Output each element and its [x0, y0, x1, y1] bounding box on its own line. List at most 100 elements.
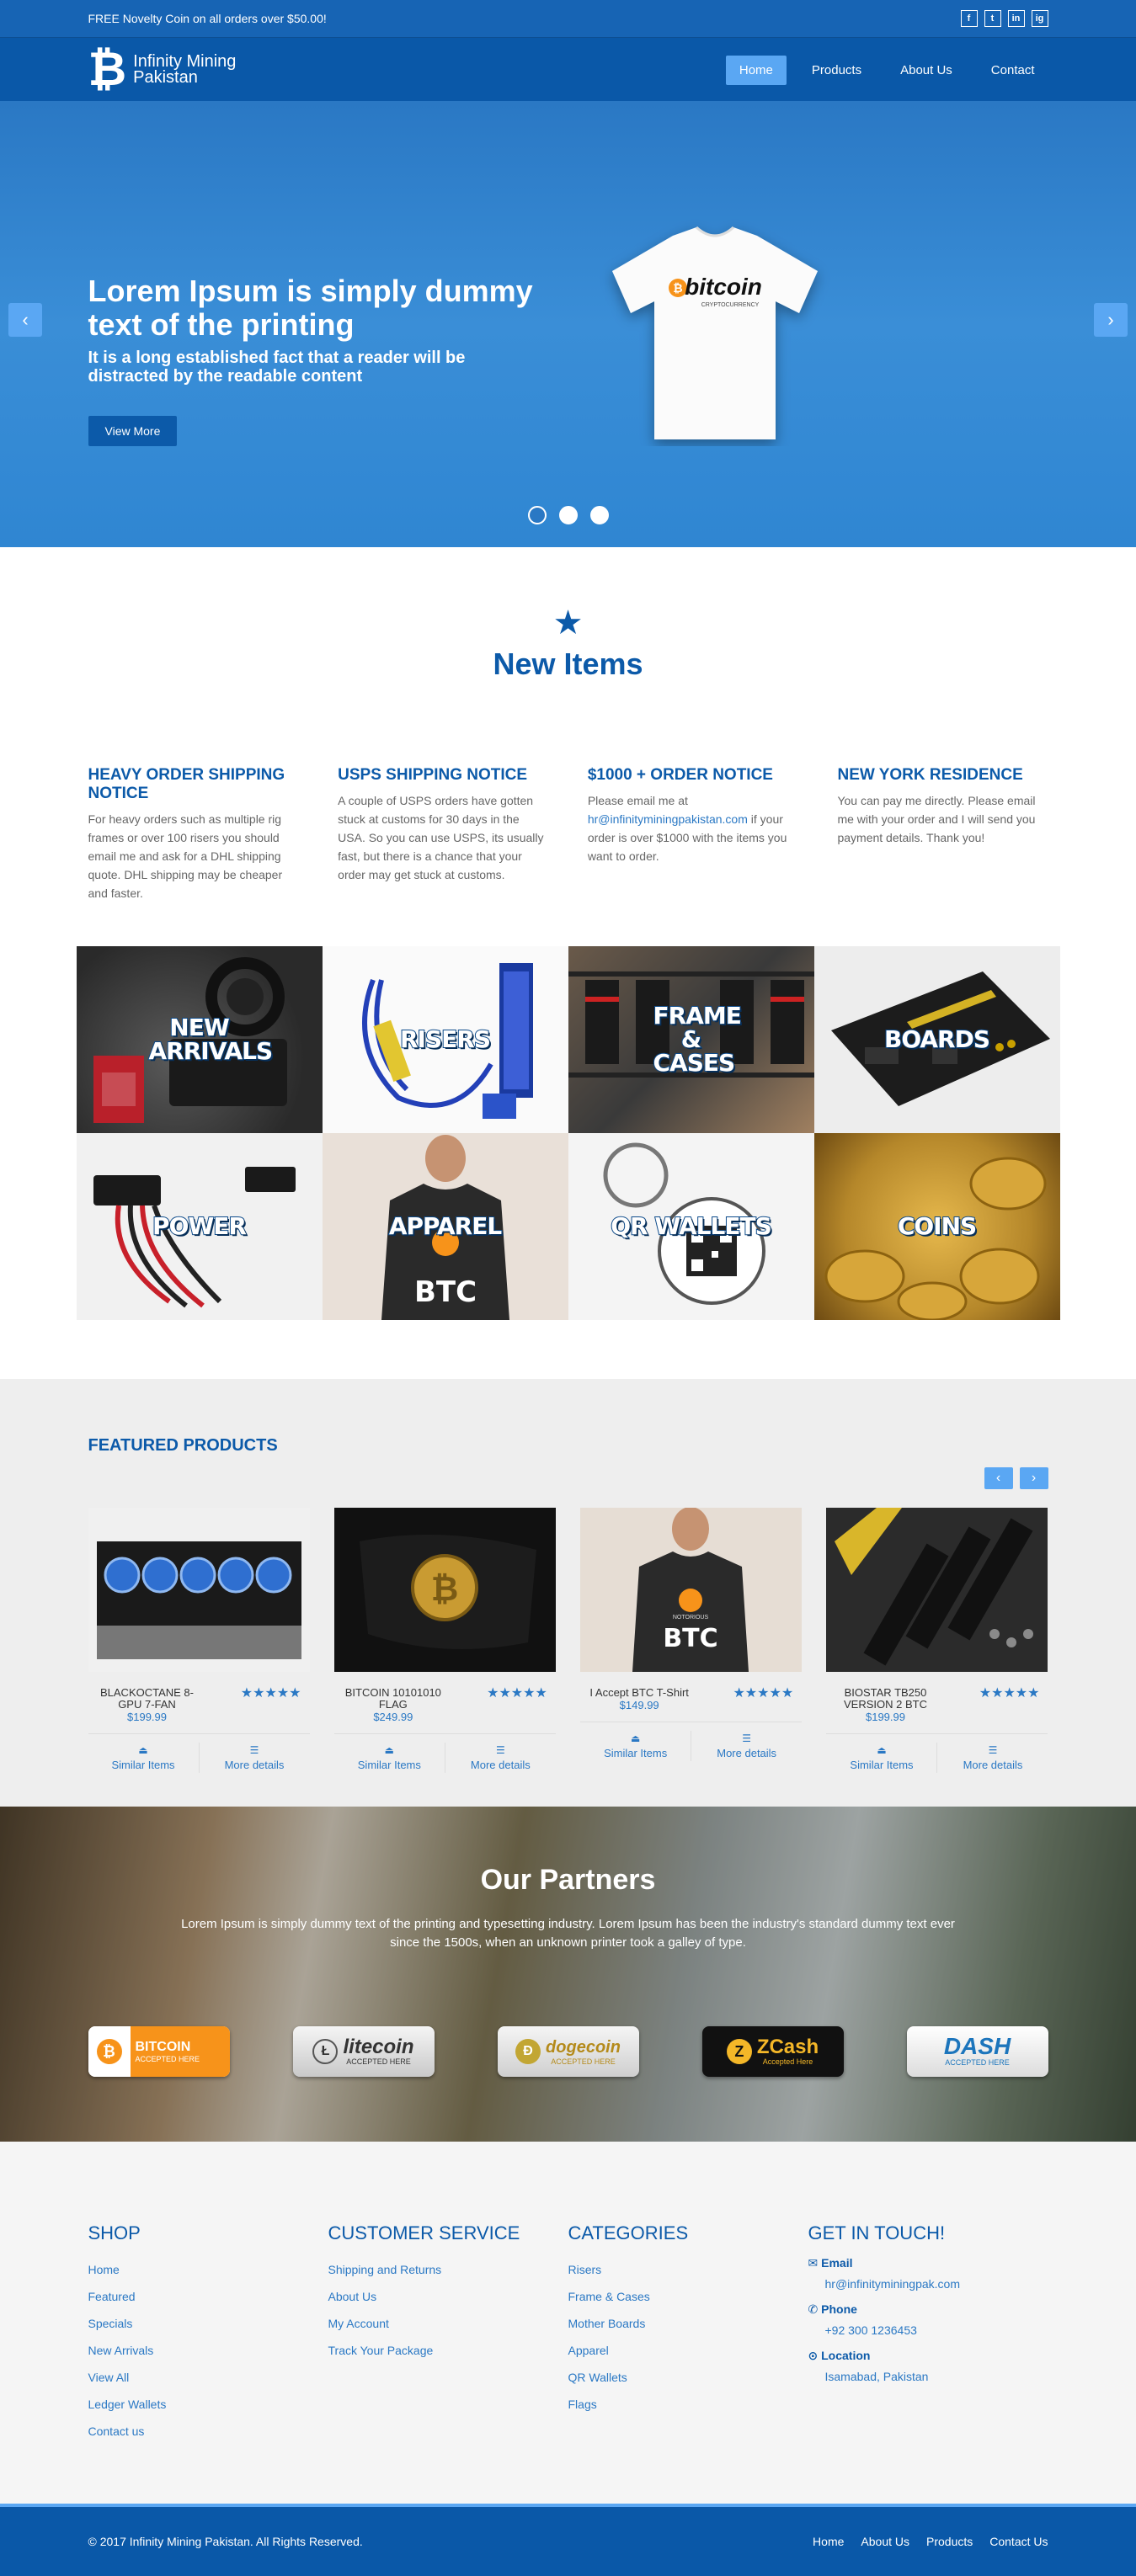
product-image[interactable] — [826, 1508, 1048, 1672]
slider-dot-2[interactable] — [558, 506, 578, 524]
similar-items-button[interactable]: ⏏ Similar Items — [826, 1743, 936, 1773]
carousel-next-button[interactable]: › — [1019, 1467, 1048, 1489]
nav-home[interactable]: Home — [725, 55, 787, 85]
chevron-left-icon: ‹ — [22, 309, 29, 330]
partners-title: Our Partners — [480, 1864, 656, 1896]
similar-items-button[interactable]: ⏏ Similar Items — [580, 1731, 691, 1761]
hero-title: Lorem Ipsum is simply dummy text of the … — [88, 274, 533, 342]
nav-about-us[interactable]: About Us — [887, 56, 966, 85]
similar-items-button[interactable]: ⏏ Similar Items — [334, 1743, 445, 1773]
footer-link[interactable]: Risers — [568, 2256, 808, 2283]
bottom-nav-products[interactable]: Products — [926, 2535, 973, 2548]
notice-heavy-order: Heavy Order Shipping Notice For heavy or… — [88, 766, 299, 902]
footer-heading: GET IN TOUCH! — [808, 2222, 946, 2243]
rating-stars-icon: ★★★★★ — [733, 1686, 794, 1700]
footer-link[interactable]: About Us — [328, 2283, 568, 2310]
footer-link[interactable]: Mother Boards — [568, 2310, 808, 2337]
rating-stars-icon: ★★★★★ — [487, 1686, 547, 1700]
instagram-icon[interactable]: ig — [1031, 10, 1048, 27]
footer-link[interactable]: Featured — [88, 2283, 328, 2310]
tile-apparel[interactable]: BTC Apparel — [322, 1133, 568, 1320]
tile-risers[interactable]: Risers — [322, 946, 568, 1133]
slider-next-button[interactable]: › — [1094, 303, 1128, 337]
footer-link[interactable]: Apparel — [568, 2337, 808, 2364]
notice-title: $1000 + Order Notice — [587, 766, 773, 784]
site-logo[interactable]: ₿ Infinity Mining Pakistan — [88, 46, 237, 93]
tile-label: Boards — [883, 1025, 991, 1053]
notice-email-link[interactable]: hr@infinityminingpakistan.com — [588, 812, 748, 826]
tile-coins[interactable]: Coins — [813, 1133, 1060, 1320]
footer-link[interactable]: Contact us — [88, 2418, 328, 2445]
tile-qr-wallets[interactable]: QR Wallets — [568, 1133, 814, 1320]
footer-link[interactable]: Frame & Cases — [568, 2283, 808, 2310]
badge-dogecoin[interactable]: Ð dogecoin ACCEPTED HERE — [497, 2026, 639, 2077]
footer-link[interactable]: Shipping and Returns — [328, 2256, 568, 2283]
tile-power[interactable]: Power — [76, 1133, 323, 1320]
copyright-text: © 2017 Infinity Mining Pakistan. All Rig… — [88, 2535, 363, 2548]
product-name[interactable]: I Accept BTC T-Shirt — [589, 1687, 690, 1699]
bottom-nav-home[interactable]: Home — [813, 2535, 844, 2548]
slider-dot-3[interactable] — [589, 506, 609, 524]
contact-email[interactable]: hr@infinityminingpak.com — [808, 2270, 1048, 2297]
facebook-icon[interactable]: f — [960, 10, 978, 27]
footer-link[interactable]: Specials — [88, 2310, 328, 2337]
product-image[interactable] — [88, 1508, 310, 1672]
badge-litecoin[interactable]: Ł litecoin ACCEPTED HERE — [292, 2026, 435, 2077]
tile-boards[interactable]: Boards — [813, 946, 1060, 1133]
notice-title: New York Residence — [837, 766, 1023, 784]
footer-link[interactable]: View All — [88, 2364, 328, 2391]
nav-contact[interactable]: Contact — [978, 56, 1048, 85]
slider-dot-1[interactable] — [527, 506, 547, 524]
list-icon: ☰ — [988, 1744, 998, 1756]
product-card[interactable]: NOTORIOUS BTC I Accept BTC T-Shirt $149.… — [580, 1508, 803, 1773]
product-card[interactable]: ₿ BITCOIN 10101010 FLAG $249.99 ★★★★★ ⏏ S… — [333, 1508, 556, 1773]
product-name[interactable]: BLACKOCTANE 8-GPU 7-FAN — [97, 1687, 198, 1711]
footer-heading: CATEGORIES — [568, 2222, 689, 2243]
tile-label: Power — [152, 1212, 248, 1240]
bottom-nav-contact-us[interactable]: Contact Us — [989, 2535, 1048, 2548]
footer-link[interactable]: Ledger Wallets — [88, 2391, 328, 2418]
bitcoin-icon: ₿ — [96, 2039, 122, 2064]
product-name[interactable]: BITCOIN 10101010 FLAG — [343, 1687, 444, 1711]
bottom-nav: Home About Us Products Contact Us — [813, 2535, 1048, 2548]
badge-bitcoin[interactable]: ₿ BITCOIN ACCEPTED HERE — [88, 2026, 230, 2077]
twitter-icon[interactable]: t — [984, 10, 1001, 27]
partner-badges: ₿ BITCOIN ACCEPTED HERE Ł litecoin ACCEPT… — [88, 2026, 1048, 2077]
zcash-icon: Z — [726, 2039, 752, 2064]
bottom-nav-about-us[interactable]: About Us — [861, 2535, 909, 2548]
similar-items-button[interactable]: ⏏ Similar Items — [88, 1743, 199, 1773]
footer-link[interactable]: Home — [88, 2256, 328, 2283]
product-image[interactable]: ₿ — [333, 1508, 556, 1672]
badge-zcash[interactable]: Z ZCash Accepted Here — [701, 2026, 844, 2077]
product-card[interactable]: BLACKOCTANE 8-GPU 7-FAN $199.99 ★★★★★ ⏏ S… — [88, 1508, 310, 1773]
motherboard-illustration — [826, 1508, 1048, 1672]
product-name[interactable]: BIOSTAR TB250 VERSION 2 BTC — [835, 1687, 936, 1711]
more-details-button[interactable]: ☰ More details — [936, 1743, 1048, 1773]
contact-phone[interactable]: +92 300 1236453 — [808, 2317, 1048, 2344]
tile-label: New Arrivals — [148, 1014, 275, 1065]
chevron-right-icon: › — [1031, 1471, 1037, 1485]
tile-frame-cases[interactable]: Frame & Cases — [568, 946, 814, 1133]
notice-1000-order: $1000 + Order Notice Please email me at … — [588, 766, 798, 902]
more-details-button[interactable]: ☰ More details — [691, 1731, 802, 1761]
new-items-title: New Items — [493, 647, 643, 681]
footer-link[interactable]: Flags — [568, 2391, 808, 2418]
slider-prev-button[interactable]: ‹ — [8, 303, 42, 337]
product-card[interactable]: BIOSTAR TB250 VERSION 2 BTC $199.99 ★★★★… — [826, 1508, 1048, 1773]
footer-link[interactable]: QR Wallets — [568, 2364, 808, 2391]
litecoin-icon: Ł — [312, 2039, 339, 2064]
tile-new-arrivals[interactable]: New Arrivals — [76, 946, 323, 1133]
badge-dash[interactable]: DASH ACCEPTED HERE — [906, 2026, 1048, 2077]
carousel-prev-button[interactable]: ‹ — [984, 1467, 1013, 1489]
footer-link[interactable]: Track Your Package — [328, 2337, 568, 2364]
footer-categories: CATEGORIES Risers Frame & Cases Mother B… — [568, 2222, 808, 2445]
nav-products[interactable]: Products — [798, 56, 875, 85]
view-more-button[interactable]: View More — [88, 416, 178, 446]
featured-title: FEATURED PRODUCTS — [88, 1436, 278, 1455]
linkedin-icon[interactable]: in — [1007, 10, 1025, 27]
more-details-button[interactable]: ☰ More details — [198, 1743, 310, 1773]
footer-link[interactable]: New Arrivals — [88, 2337, 328, 2364]
product-image[interactable]: NOTORIOUS BTC — [580, 1508, 803, 1672]
footer-link[interactable]: My Account — [328, 2310, 568, 2337]
more-details-button[interactable]: ☰ More details — [444, 1743, 556, 1773]
